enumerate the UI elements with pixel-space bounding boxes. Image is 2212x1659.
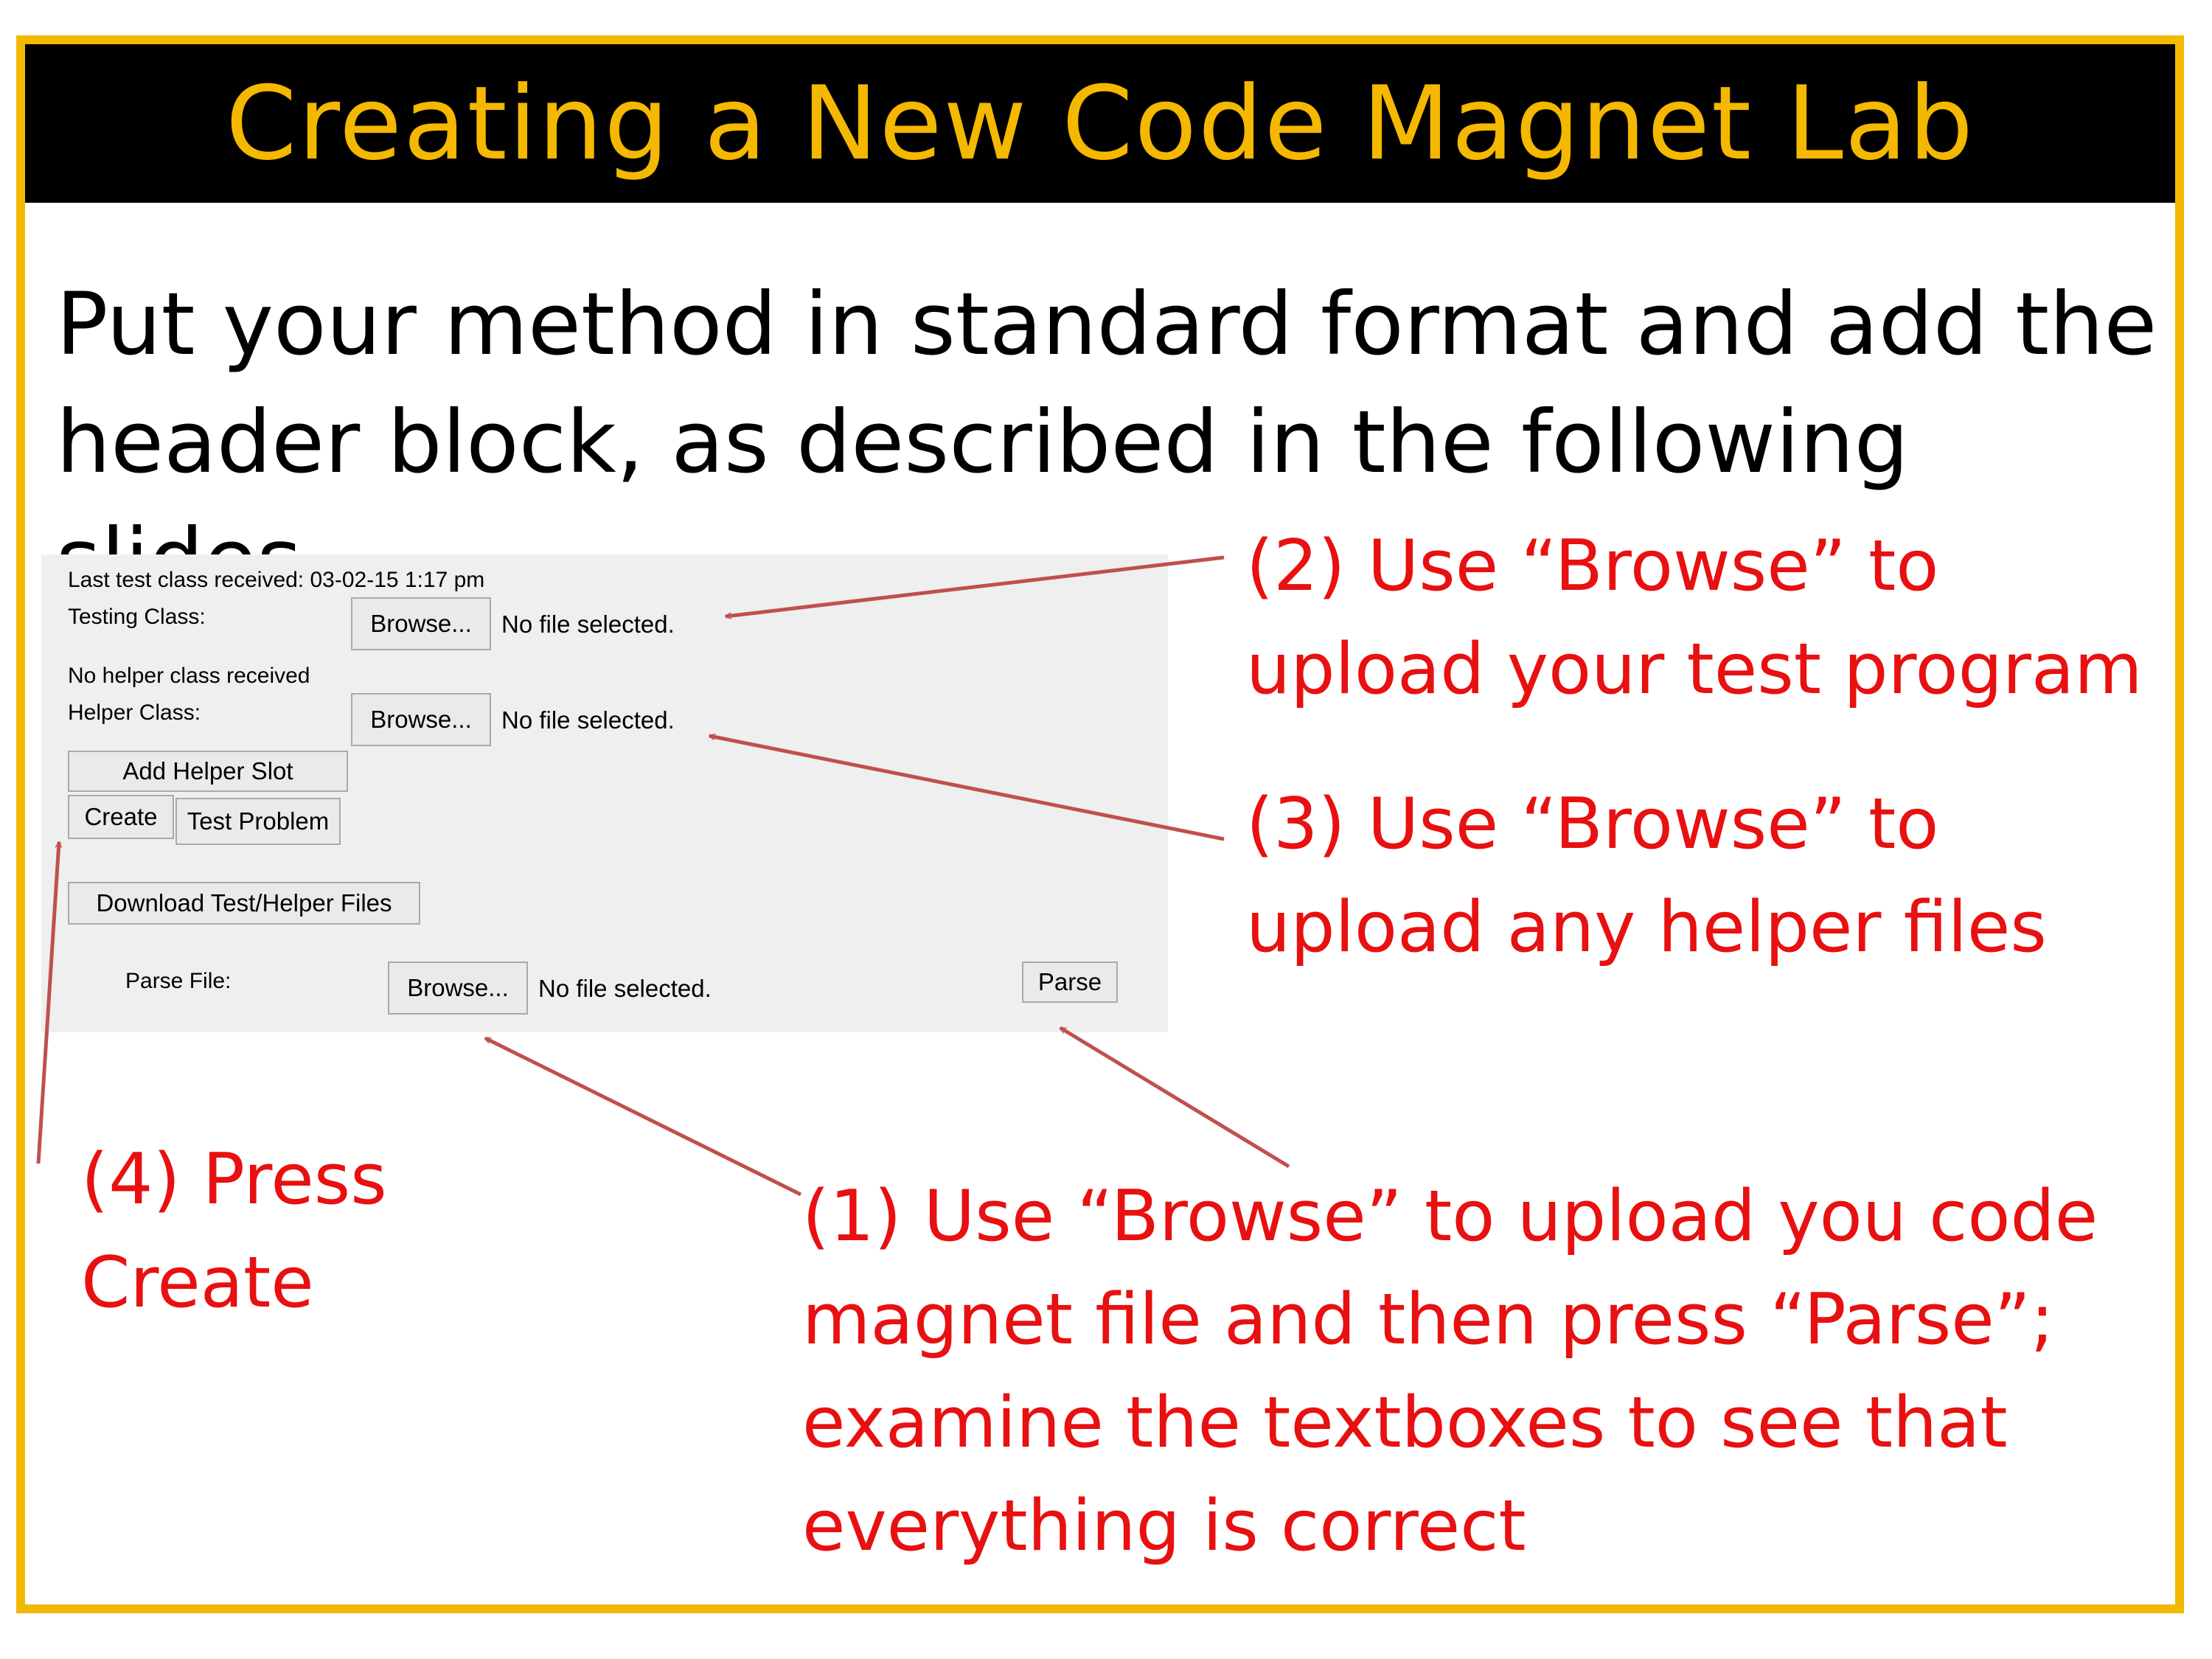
arrow-1-parse: [1060, 1026, 1290, 1169]
annotation-arrows: [36, 555, 1290, 1197]
annotation-arrow-group: [36, 555, 1290, 1197]
arrow-2: [726, 555, 1225, 616]
arrow-1-browse: [485, 1036, 802, 1197]
arrow-4: [36, 842, 59, 1164]
arrow-3: [709, 736, 1225, 841]
